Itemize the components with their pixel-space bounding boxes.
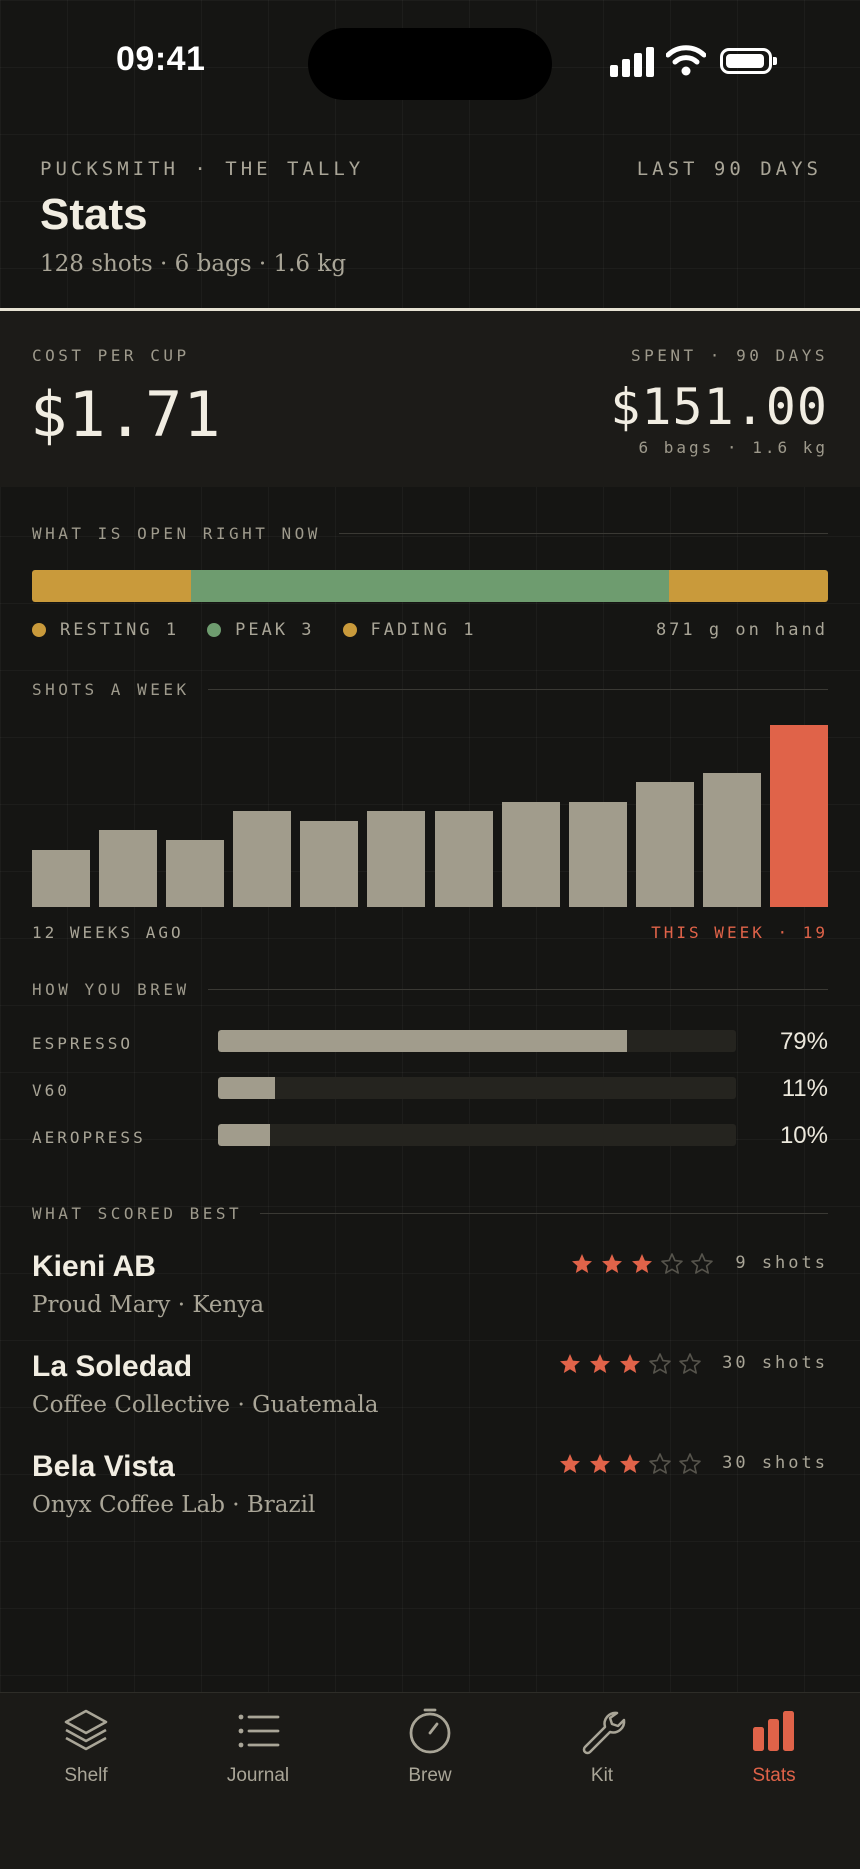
brew-label-v60: V60 xyxy=(32,1081,70,1100)
star-empty-icon xyxy=(649,1453,671,1474)
brew-track-espresso xyxy=(218,1030,736,1052)
legend-resting: RESTING 1 xyxy=(60,620,180,640)
page-title: Stats xyxy=(40,190,148,239)
shot-count: 30 shots xyxy=(722,1353,828,1373)
status-time: 09:41 xyxy=(116,40,206,78)
battery-icon xyxy=(720,48,777,74)
shot-count: 9 shots xyxy=(735,1253,828,1273)
tab-journal[interactable]: Journal xyxy=(198,1705,318,1787)
wifi-icon xyxy=(666,45,706,76)
coffee-roaster-origin: Onyx Coffee Lab · Brazil xyxy=(32,1492,316,1518)
page-subtitle: 128 shots · 6 bags · 1.6 kg xyxy=(40,251,347,277)
week-bar xyxy=(568,801,627,907)
brew-track-aeropress xyxy=(218,1124,736,1146)
week-bar xyxy=(367,811,426,907)
brew-track-v60 xyxy=(218,1077,736,1099)
week-bar xyxy=(702,772,761,907)
shots-week-heading: SHOTS A WEEK xyxy=(32,678,828,700)
legend-fading: FADING 1 xyxy=(370,620,477,640)
star-filled-icon xyxy=(632,1254,652,1273)
star-filled-icon xyxy=(572,1254,592,1273)
rating-stars xyxy=(570,1252,714,1276)
stack-icon xyxy=(64,1709,108,1751)
coffee-roaster-origin: Coffee Collective · Guatemala xyxy=(32,1392,379,1418)
star-empty-icon xyxy=(679,1353,701,1374)
shots-week-chart xyxy=(32,725,828,907)
star-filled-icon xyxy=(620,1454,640,1473)
coffee-name[interactable]: Kieni AB xyxy=(32,1250,156,1284)
cost-per-cup-value: $1.71 xyxy=(30,378,222,451)
week-bar xyxy=(434,811,493,907)
open-now-heading: WHAT IS OPEN RIGHT NOW xyxy=(32,522,828,544)
week-bar xyxy=(99,830,158,907)
segment-fading xyxy=(668,570,828,602)
week-bar-current xyxy=(769,725,828,907)
legend-peak: PEAK 3 xyxy=(235,620,315,640)
star-filled-icon xyxy=(602,1254,622,1273)
app-eyebrow: PUCKSMITH · THE TALLY xyxy=(40,158,365,180)
brew-label-aeropress: AEROPRESS xyxy=(32,1128,146,1147)
week-bar xyxy=(233,811,292,907)
brew-pct-v60: 11% xyxy=(781,1075,828,1102)
brew-label-espresso: ESPRESSO xyxy=(32,1034,134,1053)
legend-dot-resting xyxy=(32,623,46,637)
star-filled-icon xyxy=(590,1454,610,1473)
tab-kit[interactable]: Kit xyxy=(542,1705,662,1787)
list-icon xyxy=(238,1714,280,1748)
week-bar xyxy=(300,820,359,907)
week-bar xyxy=(635,782,694,907)
bar-chart-icon xyxy=(753,1711,794,1751)
dynamic-island xyxy=(308,28,552,100)
how-you-brew-heading: HOW YOU BREW xyxy=(32,978,828,1000)
date-range-button[interactable]: LAST 90 DAYS xyxy=(637,158,822,180)
timer-icon xyxy=(409,1708,451,1754)
signal-icon xyxy=(610,47,654,77)
star-empty-icon xyxy=(661,1253,683,1274)
rating-stars xyxy=(558,1352,702,1376)
cost-per-cup-label: COST PER CUP xyxy=(32,346,190,365)
coffee-name[interactable]: La Soledad xyxy=(32,1350,192,1384)
open-now-legend: RESTING 1 PEAK 3 FADING 1 xyxy=(32,620,476,640)
open-now-bar xyxy=(32,570,828,602)
shot-count: 30 shots xyxy=(722,1453,828,1473)
legend-dot-peak xyxy=(207,623,222,637)
chart-right-label: THIS WEEK · 19 xyxy=(651,923,828,942)
rating-stars xyxy=(558,1452,702,1476)
star-filled-icon xyxy=(560,1354,580,1373)
star-empty-icon xyxy=(679,1453,701,1474)
star-filled-icon xyxy=(590,1354,610,1373)
segment-peak xyxy=(191,570,669,602)
tab-shelf[interactable]: Shelf xyxy=(26,1705,146,1787)
on-hand-weight: 871 g on hand xyxy=(655,620,828,640)
brew-fill-espresso xyxy=(218,1030,628,1052)
brew-fill-v60 xyxy=(218,1077,275,1099)
brew-fill-aeropress xyxy=(218,1124,270,1146)
coffee-name[interactable]: Bela Vista xyxy=(32,1450,175,1484)
star-filled-icon xyxy=(560,1454,580,1473)
week-bar xyxy=(32,849,91,907)
chart-left-label: 12 WEEKS AGO xyxy=(32,923,184,942)
tab-stats[interactable]: Stats xyxy=(714,1705,834,1787)
brew-pct-aeropress: 10% xyxy=(779,1122,828,1149)
spent-note: 6 bags · 1.6 kg xyxy=(638,438,828,457)
tab-brew[interactable]: Brew xyxy=(370,1705,490,1787)
week-bar xyxy=(166,839,225,907)
segment-resting xyxy=(32,570,192,602)
wrench-icon xyxy=(582,1711,626,1755)
coffee-roaster-origin: Proud Mary · Kenya xyxy=(32,1292,265,1318)
scored-best-heading: WHAT SCORED BEST xyxy=(32,1202,828,1224)
star-filled-icon xyxy=(620,1354,640,1373)
week-bar xyxy=(501,801,560,907)
spent-value: $151.00 xyxy=(610,378,828,436)
star-empty-icon xyxy=(691,1253,713,1274)
brew-pct-espresso: 79% xyxy=(779,1028,828,1055)
spent-label: SPENT · 90 DAYS xyxy=(631,346,828,365)
star-empty-icon xyxy=(649,1353,671,1374)
legend-dot-fading xyxy=(342,623,357,637)
